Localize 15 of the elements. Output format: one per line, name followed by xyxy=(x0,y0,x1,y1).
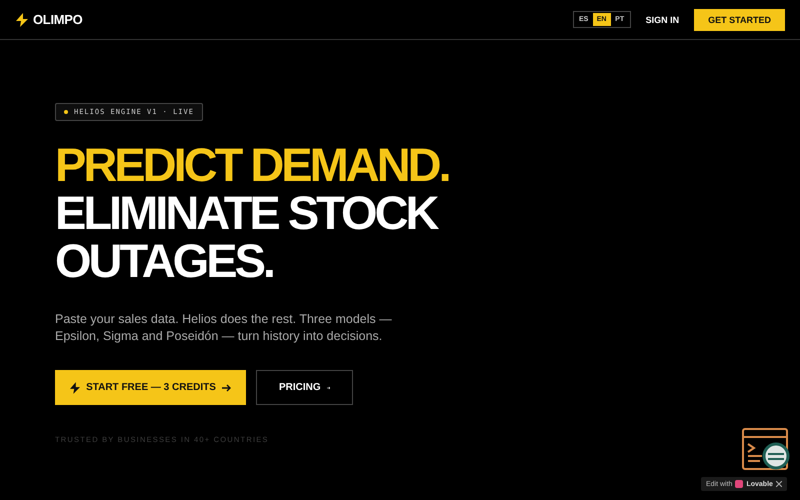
arrow-right-icon xyxy=(222,384,231,392)
get-started-button[interactable]: GET STARTED xyxy=(694,8,785,30)
start-free-button[interactable]: START FREE — 3 CREDITS xyxy=(55,370,246,405)
lightning-icon xyxy=(70,382,80,394)
hero-description: Paste your sales data. Helios does the rest. Three models — Epsilon, Sigma and Poseidón — turn history into decisions. xyxy=(55,311,393,345)
pricing-button[interactable]: PRICING xyxy=(256,370,353,405)
sign-in-link[interactable]: SIGN IN xyxy=(646,14,680,24)
headline-line: ELIMINATE STOCK xyxy=(55,189,436,237)
status-dot xyxy=(64,110,68,114)
lightning-icon xyxy=(16,12,28,26)
headline-line: OUTAGES. xyxy=(55,237,273,285)
logo-text[interactable]: OLIMPO xyxy=(33,12,82,27)
close-icon[interactable] xyxy=(776,481,782,487)
headline-line: PREDICT DEMAND. xyxy=(55,141,449,189)
terminal-icon[interactable] xyxy=(742,428,790,472)
